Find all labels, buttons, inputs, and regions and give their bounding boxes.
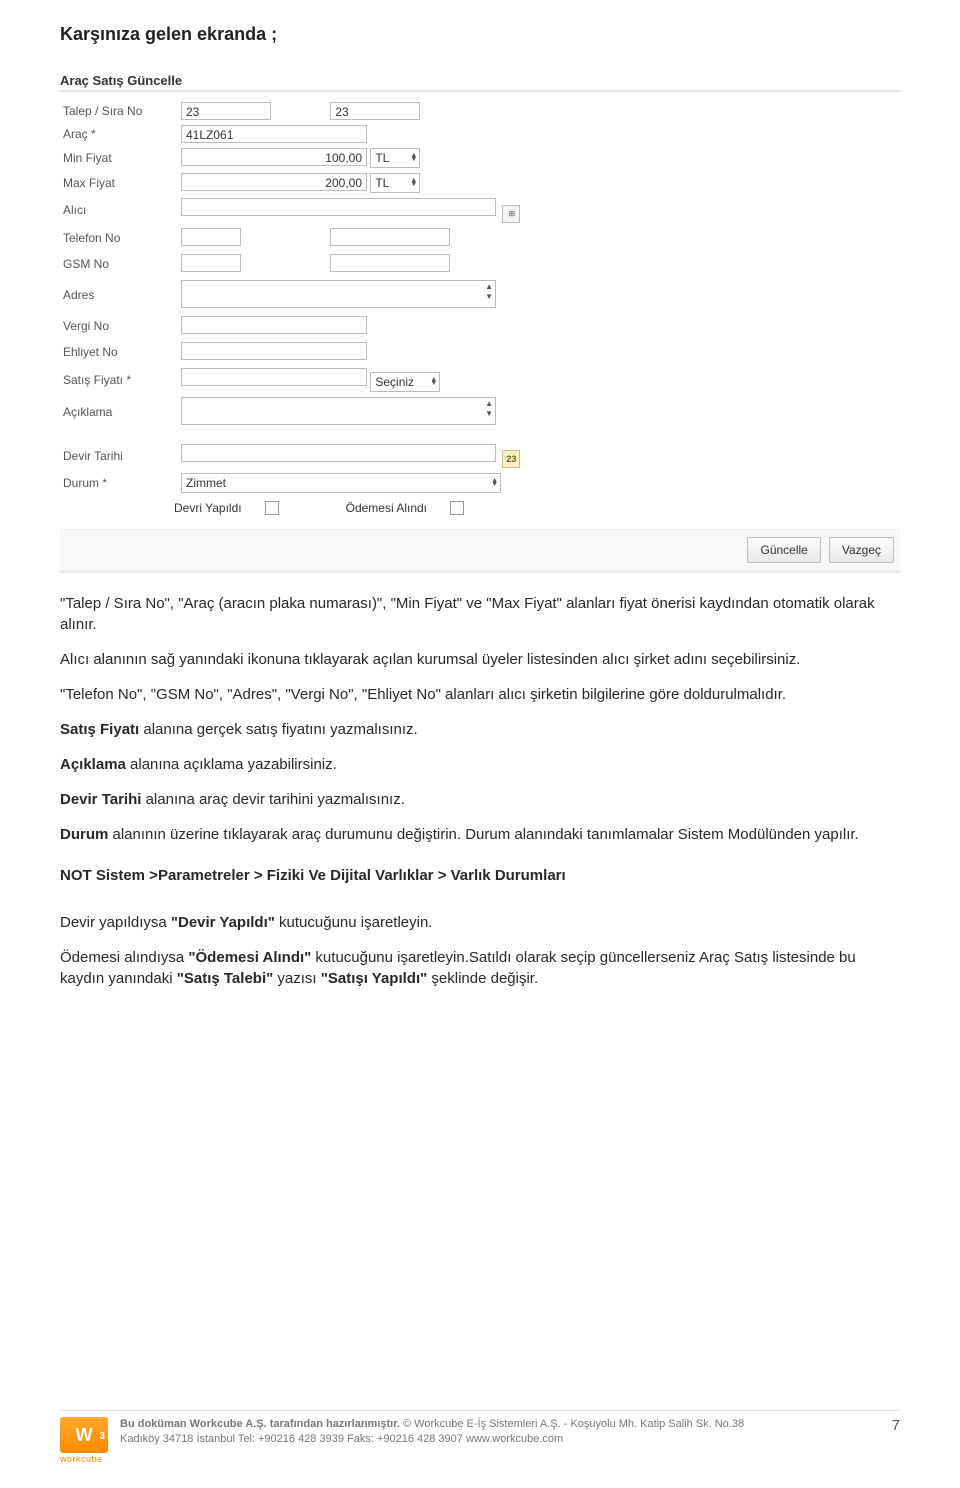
telefon-number-input[interactable] [330, 228, 450, 246]
label-alici: Alıcı [60, 197, 178, 224]
satis-currency-value: Seçiniz [375, 375, 414, 389]
bold-satis-talebi: "Satış Talebi" [177, 970, 273, 987]
instruction-text: "Talep / Sıra No", "Araç (aracın plaka n… [60, 593, 900, 989]
footer-line1-bold: Bu doküman Workcube A.Ş. tarafından hazı… [120, 1418, 403, 1430]
footer: W3 workcube Bu doküman Workcube A.Ş. tar… [60, 1410, 900, 1464]
min-fiyat-currency-select[interactable]: TL [370, 148, 420, 168]
label-arac: Araç * [60, 124, 178, 144]
alici-input[interactable] [181, 198, 496, 216]
chevron-updown-icon [491, 479, 498, 487]
label-min-fiyat: Min Fiyat [60, 147, 178, 169]
durum-value: Zimmet [186, 476, 226, 490]
scroll-icon: ▲▼ [485, 399, 493, 419]
text-10e: yazısı [273, 970, 321, 987]
odemesi-alindi-label: Ödemesi Alındı [346, 501, 427, 515]
form-table: Talep / Sıra No 23 23 Araç * 41LZ061 Min… [60, 98, 523, 497]
label-gsm: GSM No [60, 253, 178, 276]
para-5: Açıklama alanına açıklama yazabilirsiniz… [60, 754, 900, 775]
label-vergi: Vergi No [60, 315, 178, 338]
max-fiyat-input[interactable]: 200,00 [181, 173, 367, 191]
text-10g: şeklinde değişir. [427, 970, 538, 987]
label-talep-sira: Talep / Sıra No [60, 101, 178, 121]
para-7: Durum alanının üzerine tıklayarak araç d… [60, 824, 900, 845]
logo-caption: workcube [60, 1454, 110, 1464]
logo-w: W [76, 1425, 93, 1445]
lookup-icon[interactable]: ⊞ [502, 205, 520, 223]
text-7: alanının üzerine tıklayarak araç durumun… [108, 826, 858, 843]
talep-no-input[interactable]: 23 [181, 102, 271, 120]
durum-select[interactable]: Zimmet [181, 473, 501, 493]
para-1: "Talep / Sıra No", "Araç (aracın plaka n… [60, 593, 900, 635]
page-heading: Karşınıza gelen ekranda ; [60, 24, 900, 45]
footer-line1-rest: © Workcube E-İş Sistemleri A.Ş. - Koşuyo… [403, 1418, 744, 1430]
calendar-icon[interactable]: 23 [502, 450, 520, 468]
label-adres: Adres [60, 279, 178, 312]
min-currency-value: TL [375, 151, 389, 165]
scroll-icon: ▲▼ [485, 282, 493, 302]
bold-aciklama: Açıklama [60, 756, 126, 773]
para-2: Alıcı alanının sağ yanındaki ikonuna tık… [60, 649, 900, 670]
label-max-fiyat: Max Fiyat [60, 172, 178, 194]
arac-input[interactable]: 41LZ061 [181, 125, 367, 143]
text-6: alanına araç devir tarihini yazmalısınız… [141, 791, 404, 808]
sira-no-input[interactable]: 23 [330, 102, 420, 120]
para-10: Ödemesi alındıysa "Ödemesi Alındı" kutuc… [60, 947, 900, 989]
label-telefon: Telefon No [60, 227, 178, 250]
guncelle-button[interactable]: Güncelle [747, 537, 820, 563]
vazgec-button[interactable]: Vazgeç [829, 537, 894, 563]
checkbox-row: Devri Yapıldı Ödemesi Alındı [60, 501, 900, 516]
label-aciklama: Açıklama [60, 396, 178, 429]
telefon-area-input[interactable] [181, 228, 241, 246]
gsm-number-input[interactable] [330, 254, 450, 272]
para-9: Devir yapıldıysa "Devir Yapıldı" kutucuğ… [60, 912, 900, 933]
devri-yapildi-checkbox[interactable] [265, 501, 279, 515]
aciklama-textarea[interactable]: ▲▼ [181, 397, 496, 425]
text-5: alanına açıklama yazabilirsiniz. [126, 756, 337, 773]
logo-box: W3 workcube [60, 1417, 110, 1464]
chevron-updown-icon [430, 378, 437, 386]
workcube-logo-icon: W3 [60, 1417, 108, 1453]
label-satis-fiyat: Satış Fiyatı * [60, 367, 178, 393]
devir-tarihi-input[interactable] [181, 444, 496, 462]
max-currency-value: TL [375, 176, 389, 190]
bold-satis-fiyati: Satış Fiyatı [60, 721, 139, 738]
min-fiyat-input[interactable]: 100,00 [181, 148, 367, 166]
satis-fiyat-input[interactable] [181, 368, 367, 386]
bold-devir-tarihi: Devir Tarihi [60, 791, 141, 808]
label-durum: Durum * [60, 472, 178, 494]
adres-textarea[interactable]: ▲▼ [181, 280, 496, 308]
para-3: "Telefon No", "GSM No", "Adres", "Vergi … [60, 684, 900, 705]
logo-3: 3 [99, 1419, 105, 1455]
label-devir-tarihi: Devir Tarihi [60, 443, 178, 469]
bold-durum: Durum [60, 826, 108, 843]
label-ehliyet: Ehliyet No [60, 341, 178, 364]
button-row: Güncelle Vazgeç [60, 529, 900, 571]
vergi-input[interactable] [181, 316, 367, 334]
footer-line2: Kadıköy 34718 İstanbul Tel: +90216 428 3… [120, 1433, 563, 1445]
chevron-updown-icon [410, 179, 417, 187]
bold-devir-yapildi: "Devir Yapıldı" [171, 914, 275, 931]
para-6: Devir Tarihi alanına araç devir tarihini… [60, 789, 900, 810]
ehliyet-input[interactable] [181, 342, 367, 360]
text-9c: kutucuğunu işaretleyin. [275, 914, 433, 931]
bold-odemesi-alindi: "Ödemesi Alındı" [188, 949, 311, 966]
text-4: alanına gerçek satış fiyatını yazmalısın… [139, 721, 417, 738]
form-title: Araç Satış Güncelle [60, 69, 900, 92]
devri-yapildi-label: Devri Yapıldı [174, 501, 242, 515]
satis-fiyat-currency-select[interactable]: Seçiniz [370, 372, 440, 392]
odemesi-alindi-checkbox[interactable] [450, 501, 464, 515]
page-number: 7 [870, 1417, 900, 1434]
text-10a: Ödemesi alındıysa [60, 949, 188, 966]
gsm-area-input[interactable] [181, 254, 241, 272]
form-screenshot: Araç Satış Güncelle Talep / Sıra No 23 2… [60, 69, 900, 573]
max-fiyat-currency-select[interactable]: TL [370, 173, 420, 193]
chevron-updown-icon [410, 154, 417, 162]
para-4: Satış Fiyatı alanına gerçek satış fiyatı… [60, 719, 900, 740]
text-9a: Devir yapıldıysa [60, 914, 171, 931]
para-8-note: NOT Sistem >Parametreler > Fiziki Ve Dij… [60, 865, 900, 886]
footer-text: Bu doküman Workcube A.Ş. tarafından hazı… [120, 1417, 860, 1447]
bold-satisi-yapildi: "Satışı Yapıldı" [321, 970, 428, 987]
